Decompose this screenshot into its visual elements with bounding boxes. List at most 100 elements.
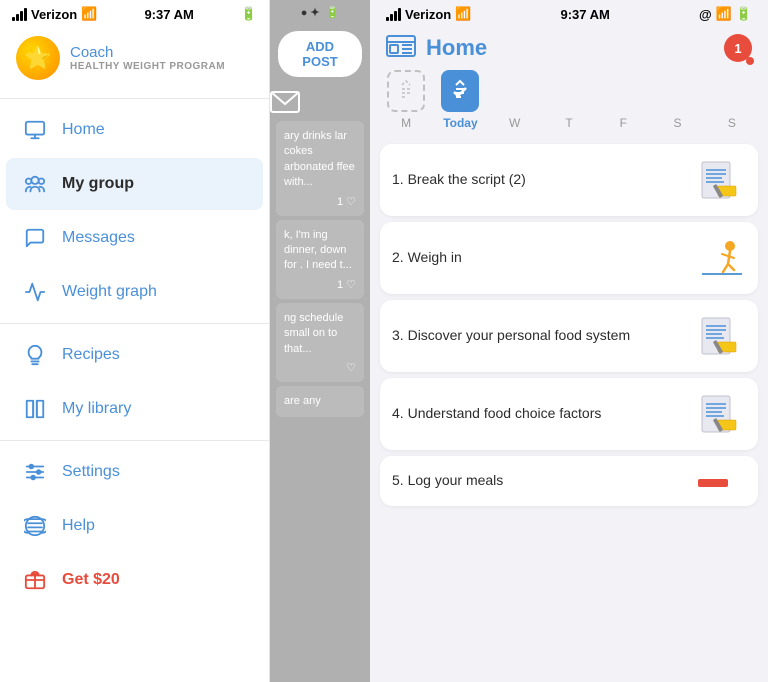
post-text: ary drinks lar cokes arbonated ffee with… [284, 129, 356, 191]
task-label-2: Weigh in [408, 249, 462, 265]
middle-panel: ● ✦ 🔋 ADD POST ary drinks lar cokes arbo… [270, 0, 370, 682]
task-illustration-1 [694, 158, 746, 202]
list-item[interactable]: are any [276, 386, 364, 417]
post-likes: 1 ♡ [284, 195, 356, 208]
recipes-icon [22, 342, 48, 368]
task-label-4: Understand food choice factors [408, 405, 602, 421]
day-label-saturday: S [674, 116, 682, 130]
nav-divider-2 [0, 323, 269, 324]
right-header: Home 1 [370, 26, 768, 66]
middle-content: ary drinks lar cokes arbonated ffee with… [270, 117, 370, 682]
day-sunday[interactable]: S [706, 70, 758, 130]
day-today[interactable]: Today [434, 70, 486, 130]
task-number-2: 2. [392, 249, 404, 265]
task-text-5: 5. Log your meals [392, 471, 686, 491]
task-illustration-4 [694, 392, 746, 436]
day-label-thursday: T [565, 116, 572, 130]
day-label-wednesday: W [509, 116, 520, 130]
nav-divider-1 [0, 98, 269, 99]
day-label-sunday: S [728, 116, 736, 130]
day-thursday[interactable]: T [543, 70, 595, 130]
task-list: 1. Break the script (2) 2. Weigh in [370, 138, 768, 682]
bluetooth-icon: 📶 [716, 6, 732, 22]
home-screens-icon [386, 35, 416, 61]
sidebar-item-mygroup[interactable]: My group [6, 158, 263, 210]
sidebar-item-settings[interactable]: Settings [6, 446, 263, 498]
task-text-1: 1. Break the script (2) [392, 170, 686, 190]
sidebar-item-get20[interactable]: Get $20 [6, 554, 263, 606]
list-item[interactable]: ary drinks lar cokes arbonated ffee with… [276, 121, 364, 216]
list-item[interactable]: k, I'm ing dinner, down for . I need t..… [276, 220, 364, 299]
mail-icon-area [270, 83, 370, 117]
task-label-3: Discover your personal food system [408, 327, 631, 343]
task-card-4[interactable]: 4. Understand food choice factors [380, 378, 758, 450]
task-card-2[interactable]: 2. Weigh in [380, 222, 758, 294]
task-card-5[interactable]: 5. Log your meals [380, 456, 758, 506]
nav-divider-3 [0, 440, 269, 441]
task-text-3: 3. Discover your personal food system [392, 326, 686, 346]
day-label-monday: M [401, 116, 411, 130]
carrier-left: Verizon [31, 7, 77, 22]
battery-icon-left: 🔋 [241, 6, 257, 22]
post-likes: ♡ [284, 361, 356, 374]
gift-icon [22, 567, 48, 593]
day-box-monday [387, 70, 425, 112]
day-box-wednesday [496, 70, 534, 112]
task-card-1[interactable]: 1. Break the script (2) [380, 144, 758, 216]
task-number-1: 1. [392, 171, 404, 187]
wifi-icon: 📶 [81, 6, 97, 22]
day-label-today: Today [443, 116, 477, 130]
right-header-title-area: Home [386, 35, 487, 61]
day-wednesday[interactable]: W [489, 70, 541, 130]
sidebar: Verizon 📶 9:37 AM 🔋 🌟 Coach HEALTHY WEIG… [0, 0, 270, 682]
right-status-icons: @ 📶 🔋 [699, 6, 752, 22]
task-card-3[interactable]: 3. Discover your personal food system [380, 300, 758, 372]
carrier-right: Verizon [405, 7, 451, 22]
library-icon [22, 396, 48, 422]
mylibrary-label: My library [62, 400, 131, 418]
recipes-label: Recipes [62, 346, 120, 364]
post-text: k, I'm ing dinner, down for . I need t..… [284, 228, 356, 274]
day-box-friday [604, 70, 642, 112]
notification-badge[interactable]: 1 [724, 34, 752, 62]
day-box-thursday [550, 70, 588, 112]
help-label: Help [62, 517, 95, 535]
battery-icon-right: 🔋 [736, 6, 752, 22]
task-illustration-5 [694, 459, 746, 503]
coach-subtitle: HEALTHY WEIGHT PROGRAM [70, 61, 225, 72]
day-saturday[interactable]: S [651, 70, 703, 130]
sidebar-item-help[interactable]: Help [6, 500, 263, 552]
sidebar-item-weightgraph[interactable]: Weight graph [6, 266, 263, 318]
group-icon [22, 171, 48, 197]
home-label: Home [62, 121, 105, 139]
task-number-4: 4. [392, 405, 404, 421]
sidebar-item-home[interactable]: Home [6, 104, 263, 156]
list-item[interactable]: ng schedule small on to that... ♡ [276, 303, 364, 382]
day-label-friday: F [620, 116, 627, 130]
day-selector: M Today W T F S [370, 66, 768, 138]
graph-icon [22, 279, 48, 305]
day-box-today [441, 70, 479, 112]
sidebar-item-messages[interactable]: Messages [6, 212, 263, 264]
day-monday[interactable]: M [380, 70, 432, 130]
add-post-button[interactable]: ADD POST [278, 31, 362, 77]
coach-label: Coach [70, 44, 225, 61]
coach-section[interactable]: 🌟 Coach HEALTHY WEIGHT PROGRAM [0, 26, 269, 94]
coach-info: Coach HEALTHY WEIGHT PROGRAM [70, 44, 225, 72]
task-number-3: 3. [392, 327, 404, 343]
task-text-4: 4. Understand food choice factors [392, 404, 686, 424]
signal-icon-right [386, 8, 401, 21]
day-friday[interactable]: F [597, 70, 649, 130]
messages-icon [22, 225, 48, 251]
home-icon [22, 117, 48, 143]
task-text-2: 2. Weigh in [392, 248, 686, 268]
sidebar-item-recipes[interactable]: Recipes [6, 329, 263, 381]
at-icon: @ [699, 7, 712, 22]
status-bar-middle: ● ✦ 🔋 [270, 0, 370, 25]
time-left: 9:37 AM [144, 7, 193, 22]
help-icon [22, 513, 48, 539]
get20-label: Get $20 [62, 571, 120, 589]
task-label-5: Log your meals [408, 472, 504, 488]
status-bar-left: Verizon 📶 9:37 AM 🔋 [0, 0, 269, 26]
sidebar-item-mylibrary[interactable]: My library [6, 383, 263, 435]
